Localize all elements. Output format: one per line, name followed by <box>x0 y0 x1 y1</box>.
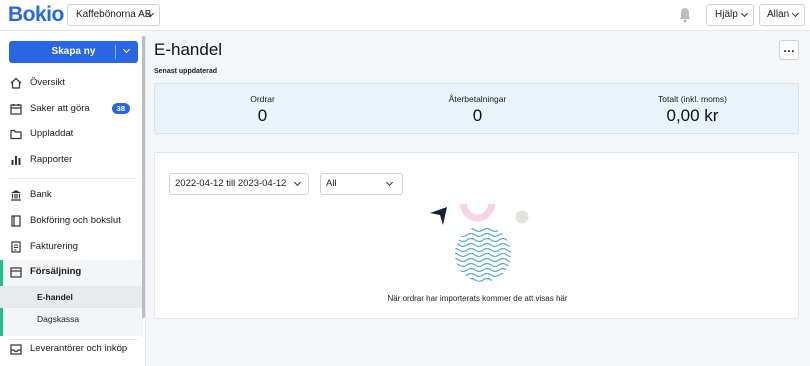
sidebar-item-saker-att-gora[interactable]: Saker att göra 38 <box>0 97 143 121</box>
stat-value: 0,00 kr <box>666 106 719 125</box>
chevron-down-icon <box>791 9 800 18</box>
page-title: E-handel <box>154 40 223 59</box>
sidebar-item-label: Bokföring och bokslut <box>30 215 121 226</box>
user-name: Allan <box>767 9 790 20</box>
sidebar-item-label: Uppladdat <box>30 128 74 139</box>
sidebar-item-bokforing[interactable]: Bokföring och bokslut <box>0 209 143 233</box>
last-updated-label: Senast uppdaterad <box>154 68 218 75</box>
sidebar: Skapa ny Översikt Saker att göra 38 Uppl… <box>0 31 146 366</box>
sidebar-scrollbar[interactable] <box>142 36 145 318</box>
sidebar-item-leverantorer[interactable]: Leverantörer och inköp <box>0 337 143 361</box>
sidebar-item-label: Bank <box>30 189 52 200</box>
stat-value: 0 <box>472 106 483 125</box>
sidebar-item-label: Översikt <box>30 77 65 88</box>
sidebar-subitem-dagskassa[interactable]: Dagskassa <box>0 308 143 330</box>
company-name: Kaffebönorna AB <box>76 9 152 20</box>
home-icon <box>10 77 22 89</box>
company-selector[interactable]: Kaffebönorna AB <box>67 4 160 26</box>
sidebar-subitem-e-handel[interactable]: E-handel <box>0 286 143 308</box>
stat-value: 0 <box>257 106 268 125</box>
stat-label: Ordrar <box>250 94 275 104</box>
sidebar-item-oversikt[interactable]: Översikt <box>0 71 143 95</box>
stat-total: Totalt (inkl. moms) 0,00 kr <box>585 94 800 126</box>
sidebar-item-rapporter[interactable]: Rapporter <box>0 148 143 172</box>
chevron-down-icon <box>385 178 394 187</box>
sidebar-item-label: Fakturering <box>30 241 79 252</box>
store-icon <box>10 267 22 278</box>
sidebar-item-bank[interactable]: Bank <box>0 183 143 207</box>
more-options-button[interactable]: … <box>779 40 799 60</box>
sidebar-subitem-label: Dagskassa <box>37 314 80 324</box>
sidebar-item-uppladdat[interactable]: Uppladdat <box>0 122 143 146</box>
stat-label: Totalt (inkl. moms) <box>658 94 727 104</box>
sidebar-item-fakturering[interactable]: Fakturering <box>0 235 143 259</box>
top-bar: Bokio Kaffebönorna AB Hjälp Allan <box>0 0 810 31</box>
empty-state-illustration <box>430 204 529 282</box>
sidebar-item-label: Leverantörer och inköp <box>30 343 128 354</box>
book-icon <box>11 215 21 227</box>
sidebar-divider <box>9 178 137 179</box>
folder-icon <box>10 129 22 140</box>
create-new-button[interactable]: Skapa ny <box>9 41 138 63</box>
todo-count-badge: 38 <box>111 103 130 114</box>
sidebar-subitem-label: E-handel <box>37 292 73 302</box>
chevron-down-icon <box>293 178 302 187</box>
button-divider <box>115 45 116 59</box>
date-range-select[interactable]: 2022-04-12 till 2023-04-12 <box>169 173 309 195</box>
calendar-icon <box>10 104 22 115</box>
sidebar-item-forsaljning[interactable]: Försäljning <box>0 260 143 284</box>
inbox-icon <box>10 344 22 355</box>
stat-orders: Ordrar 0 <box>155 94 370 126</box>
sidebar-item-label: Rapporter <box>30 154 73 165</box>
bank-icon <box>11 190 21 201</box>
help-menu[interactable]: Hjälp <box>706 4 754 26</box>
stat-refunds: Återbetalningar 0 <box>370 94 585 126</box>
user-menu[interactable]: Allan <box>759 4 805 26</box>
status-filter-value: All <box>326 178 337 189</box>
stat-label: Återbetalningar <box>448 94 507 104</box>
bokio-logo[interactable]: Bokio <box>8 3 64 27</box>
status-filter-select[interactable]: All <box>320 173 403 195</box>
sidebar-item-label: Saker att göra <box>30 103 90 114</box>
invoice-icon <box>11 241 21 253</box>
bar-chart-icon <box>11 156 21 165</box>
help-label: Hjälp <box>715 9 738 20</box>
sidebar-item-label: Försäljning <box>30 266 82 277</box>
bell-icon[interactable] <box>678 7 692 23</box>
chevron-down-icon[interactable] <box>122 45 131 54</box>
orders-panel: 2022-04-12 till 2023-04-12 All När ordra… <box>154 152 799 319</box>
stats-summary: Ordrar 0 Återbetalningar 0 Totalt (inkl.… <box>154 83 799 134</box>
create-new-label: Skapa ny <box>51 46 96 57</box>
chevron-down-icon <box>740 9 749 18</box>
empty-state-message: När ordrar har importerats kommer de att… <box>387 294 568 303</box>
date-range-value: 2022-04-12 till 2023-04-12 <box>175 178 287 189</box>
